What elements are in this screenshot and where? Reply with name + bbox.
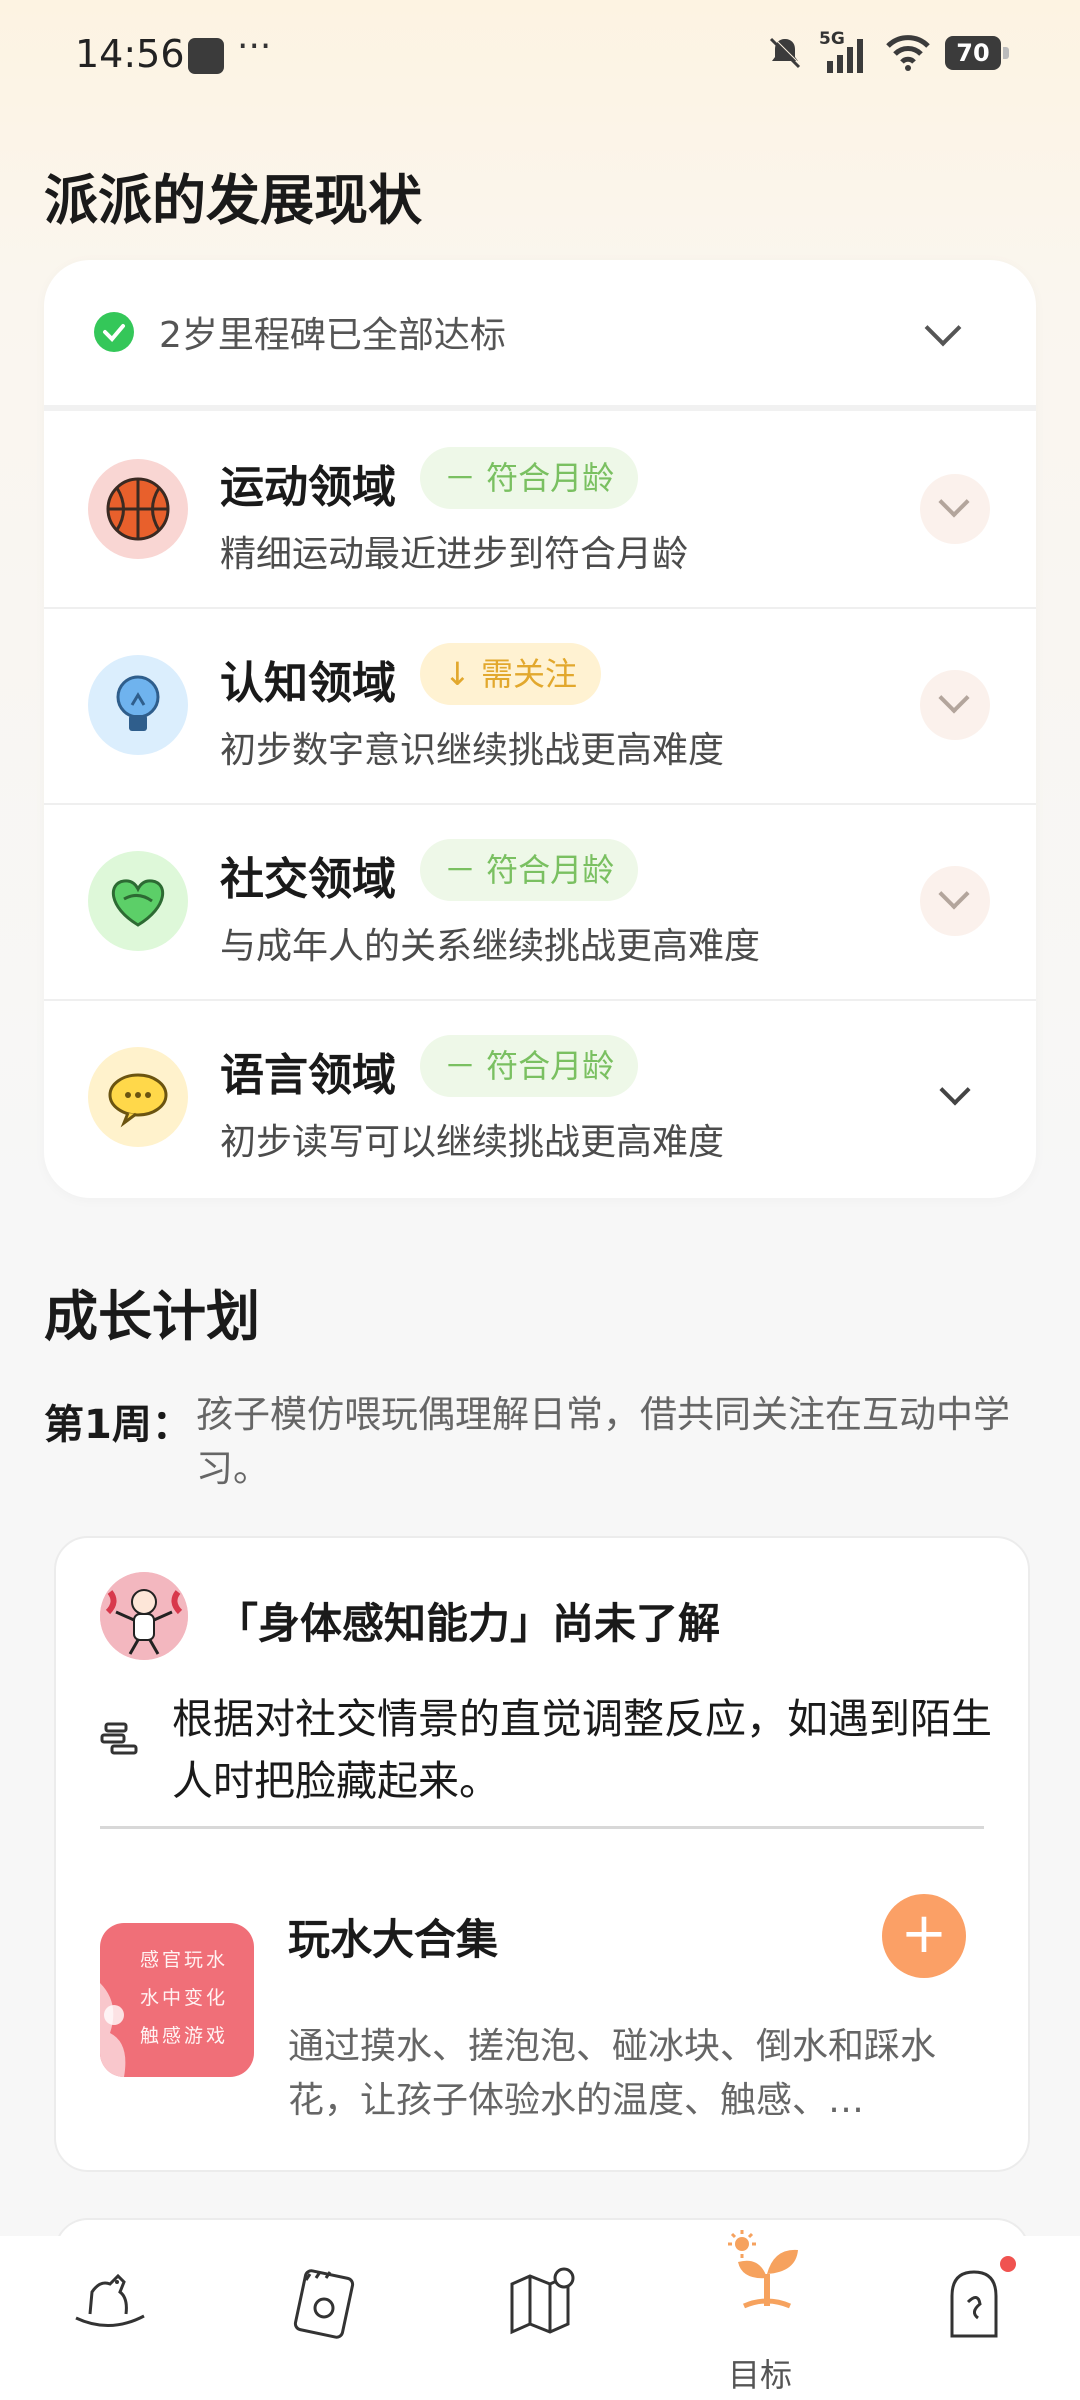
week-text: 孩子模仿喂玩偶理解日常，借共同关注在互动中学习。 bbox=[196, 1393, 1010, 1490]
chevron-down-icon bbox=[939, 1074, 971, 1106]
notification-dot bbox=[1000, 2256, 1016, 2272]
expand-button[interactable] bbox=[920, 670, 990, 740]
chevron-down-icon bbox=[938, 878, 970, 910]
status-badge: － 符合月龄 bbox=[420, 447, 639, 509]
domain-row-social[interactable]: 社交领域 － 符合月龄 与成年人的关系继续挑战更高难度 bbox=[44, 803, 1036, 1001]
domain-title: 社交领域 bbox=[220, 854, 396, 905]
chevron-down-icon[interactable] bbox=[924, 309, 962, 347]
domain-title: 运动领域 bbox=[220, 462, 396, 513]
bottom-tab-bar bbox=[0, 2230, 1080, 2400]
domain-row-motor[interactable]: 运动领域 － 符合月龄 精细运动最近进步到符合月龄 bbox=[44, 411, 1036, 609]
activity-name[interactable]: 玩水大合集 bbox=[288, 1906, 498, 1967]
tab-notebook[interactable] bbox=[262, 2256, 382, 2366]
status-badge: － 符合月龄 bbox=[420, 839, 639, 901]
status-badge: － 符合月龄 bbox=[420, 1035, 639, 1097]
tab-goals[interactable] bbox=[700, 2220, 820, 2330]
tab-rocking-horse[interactable] bbox=[48, 2256, 168, 2366]
status-badge: ↓ 需关注 bbox=[420, 643, 601, 705]
wifi-icon bbox=[886, 35, 930, 71]
signal-icon: 5G bbox=[819, 29, 871, 73]
milestone-row[interactable]: 2岁里程碑已全部达标 bbox=[44, 260, 1036, 411]
domain-desc: 与成年人的关系继续挑战更高难度 bbox=[220, 926, 761, 967]
tab-goals-label: 目标 bbox=[727, 2356, 792, 2394]
notebook-icon bbox=[293, 2269, 355, 2339]
domain-title: 语言领域 bbox=[220, 1050, 396, 1101]
domain-row-language[interactable]: 语言领域 － 符合月龄 初步读写可以继续挑战更高难度 bbox=[44, 999, 1036, 1195]
activity-desc: 通过摸水、搓泡泡、碰冰块、倒水和踩水花，让孩子体验水的温度、触感、… bbox=[288, 2026, 937, 2121]
expand-button[interactable] bbox=[920, 474, 990, 544]
domain-desc: 精细运动最近进步到符合月龄 bbox=[220, 534, 689, 575]
map-icon bbox=[510, 2267, 575, 2335]
lightbulb-icon bbox=[88, 655, 188, 755]
rocking-horse-icon bbox=[75, 2273, 145, 2328]
system-icons: 5G 70 bbox=[765, 28, 1009, 78]
dev-section-title: 派派的发展现状 bbox=[44, 169, 422, 232]
ghost-icon bbox=[950, 2270, 998, 2338]
status-time: 14:56 bbox=[75, 32, 185, 76]
notification-app-icon bbox=[188, 38, 224, 74]
stairs-icon bbox=[100, 1718, 144, 1762]
sprout-icon bbox=[728, 2230, 798, 2309]
tab-profile[interactable] bbox=[912, 2256, 1032, 2366]
domain-title: 认知领域 bbox=[220, 658, 396, 709]
add-activity-button[interactable]: + bbox=[882, 1894, 966, 1978]
tab-map[interactable] bbox=[480, 2256, 600, 2366]
divider bbox=[100, 1826, 984, 1829]
domain-row-cognition[interactable]: 认知领域 ↓ 需关注 初步数字意识继续挑战更高难度 bbox=[44, 607, 1036, 805]
basketball-icon bbox=[88, 459, 188, 559]
expand-button[interactable] bbox=[920, 1062, 990, 1132]
mute-icon bbox=[769, 36, 802, 69]
dev-status-card: 2岁里程碑已全部达标 运动领域 － 符合月龄 精细运动最近进步到符合月龄 认知领… bbox=[44, 260, 1036, 1198]
domain-desc: 初步数字意识继续挑战更高难度 bbox=[220, 730, 725, 771]
expand-button[interactable] bbox=[920, 866, 990, 936]
check-circle-icon bbox=[94, 312, 134, 352]
plan-card-text: 根据对社交情景的直觉调整反应，如遇到陌生人时把脸藏起来。 bbox=[172, 1695, 992, 1805]
speech-bubble-icon bbox=[88, 1047, 188, 1147]
week-label: 第1周： bbox=[44, 1402, 192, 1448]
battery-icon: 70 bbox=[945, 36, 1009, 70]
plan-card-title: 「身体感知能力」尚未了解 bbox=[216, 1599, 721, 1648]
child-avatar bbox=[100, 1572, 188, 1660]
activity-thumbnail[interactable]: 感官玩水 水中变化 触感游戏 bbox=[100, 1923, 254, 2077]
heart-hands-icon bbox=[88, 851, 188, 951]
status-bar: 14:56 ··· 5G 70 bbox=[0, 0, 1080, 110]
domain-desc: 初步读写可以继续挑战更高难度 bbox=[220, 1122, 725, 1163]
milestone-text: 2岁里程碑已全部达标 bbox=[159, 315, 506, 356]
chevron-down-icon bbox=[938, 486, 970, 518]
chevron-down-icon bbox=[938, 682, 970, 714]
more-notifications-icon: ··· bbox=[237, 26, 272, 67]
plan-card[interactable]: 「身体感知能力」尚未了解 根据对社交情景的直觉调整反应，如遇到陌生人时把脸藏起来… bbox=[54, 1536, 1030, 2172]
thumbnail-text: 感官玩水 水中变化 触感游戏 bbox=[140, 1949, 229, 2047]
plan-section-title: 成长计划 bbox=[44, 1285, 260, 1348]
